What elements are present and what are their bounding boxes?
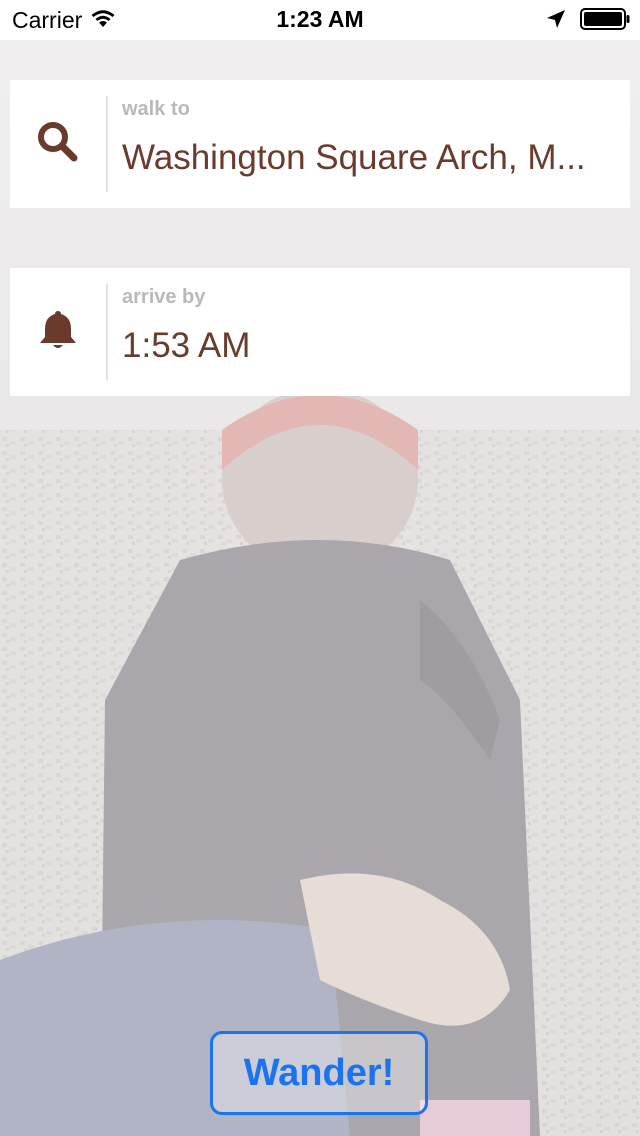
location-arrow-icon [546, 9, 566, 34]
arrival-time-card[interactable]: arrive by 1:53 AM [10, 268, 630, 396]
status-right-icons [546, 8, 630, 35]
destination-field[interactable]: Washington Square Arch, M... [122, 138, 602, 178]
walk-to-label: walk to [122, 98, 190, 120]
app-screen: Carrier 1:23 AM walk to Washington Squar… [0, 0, 640, 1136]
bell-icon[interactable] [38, 309, 78, 356]
status-bar: Carrier 1:23 AM [0, 0, 640, 40]
status-time: 1:23 AM [276, 6, 364, 32]
destination-card[interactable]: walk to Washington Square Arch, M... [10, 80, 630, 208]
arrive-by-label: arrive by [122, 286, 206, 308]
card-divider [106, 96, 108, 192]
bell-icon-container[interactable] [10, 268, 106, 396]
search-icon-container[interactable] [10, 80, 106, 208]
battery-icon [580, 8, 630, 35]
arrival-time-field[interactable]: 1:53 AM [122, 326, 602, 366]
card-divider [106, 284, 108, 380]
search-icon[interactable] [36, 120, 80, 169]
wander-button[interactable]: Wander! [210, 1031, 428, 1115]
